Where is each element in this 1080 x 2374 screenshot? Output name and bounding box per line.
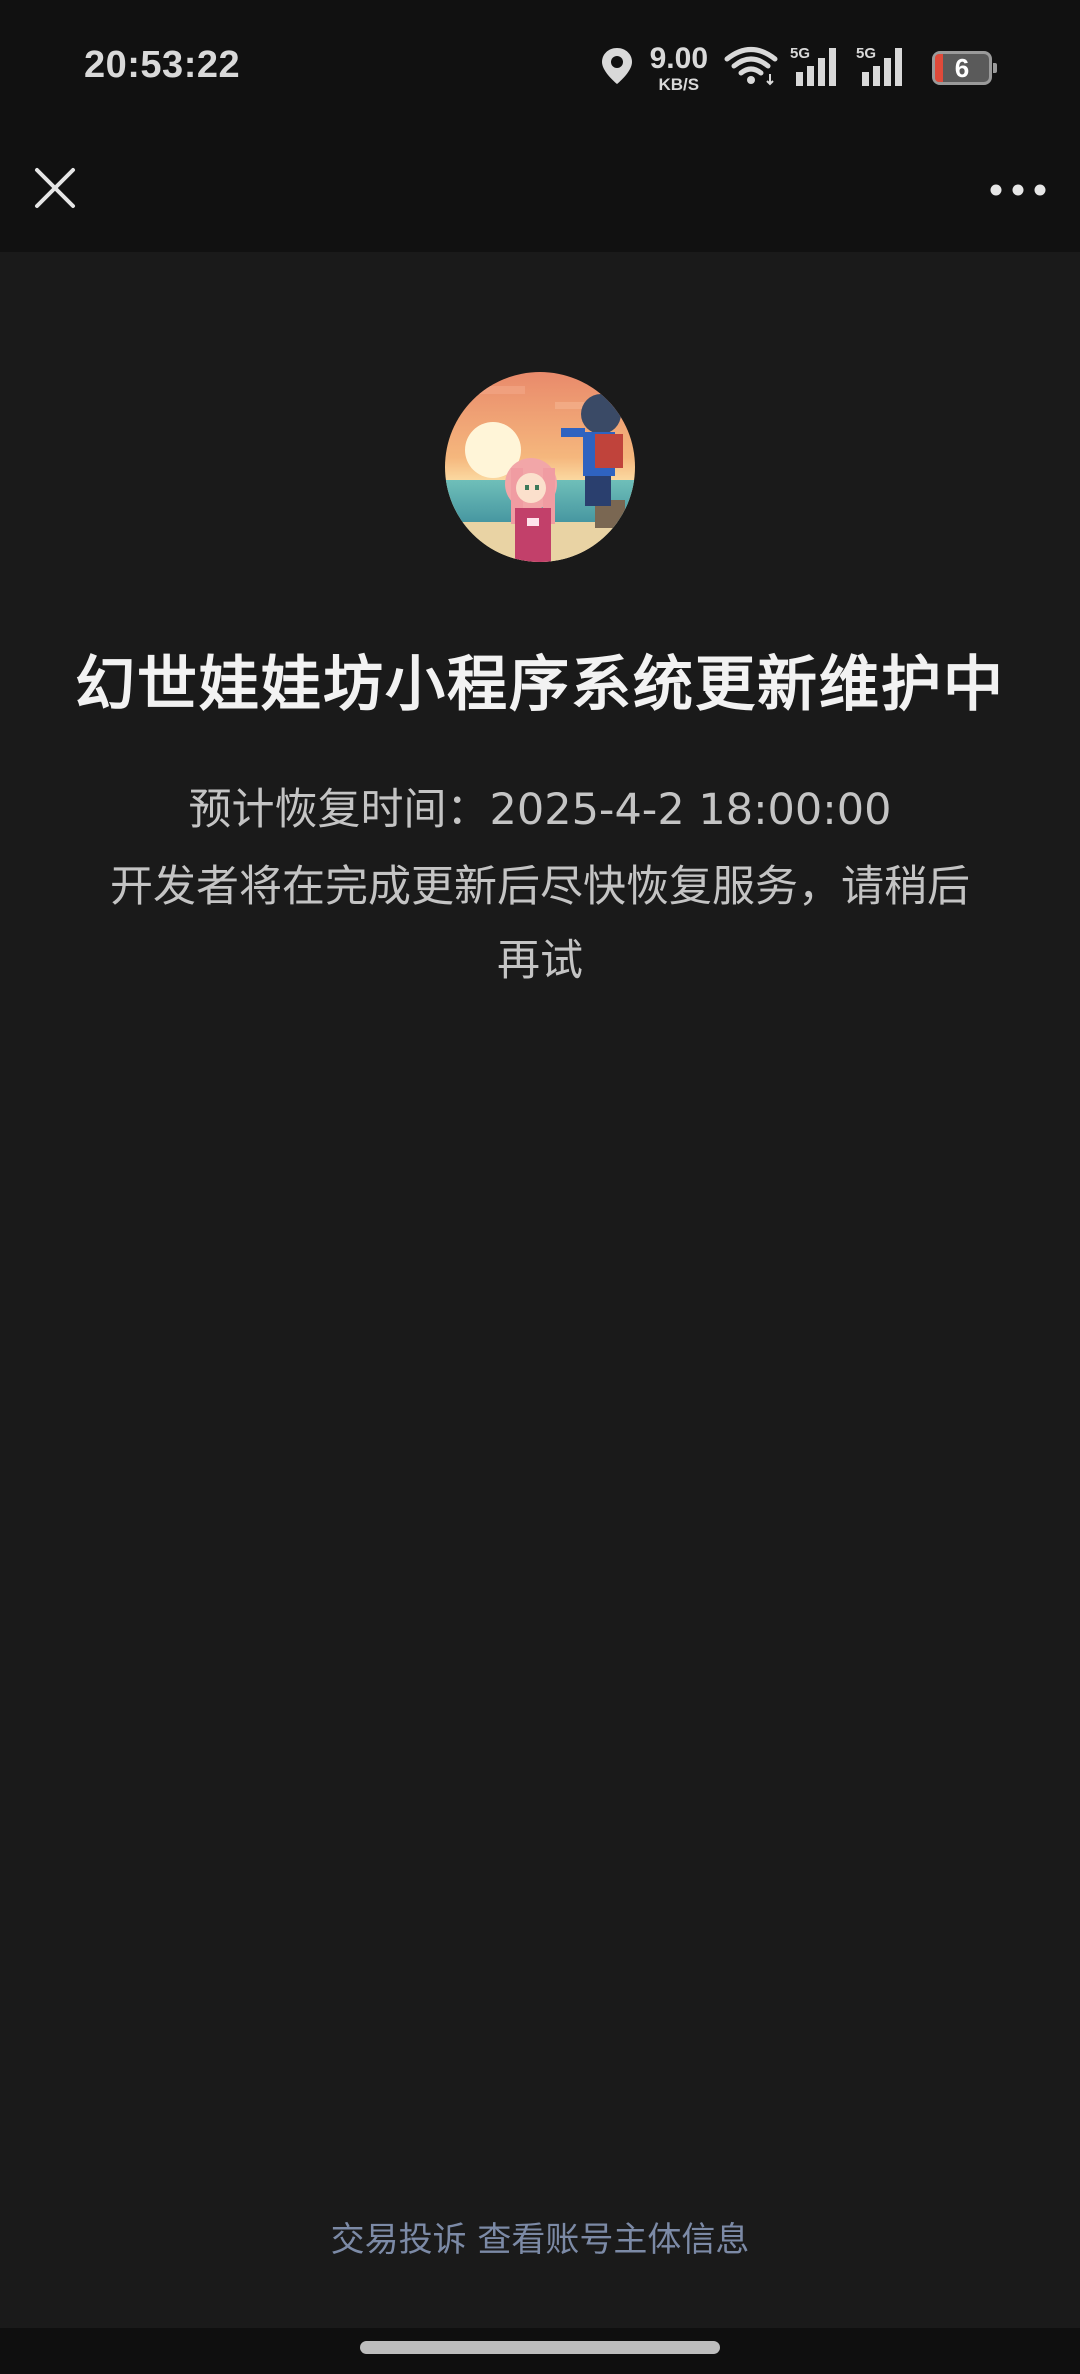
close-button[interactable] — [28, 161, 82, 215]
net-speed-value: 9.00 — [649, 41, 708, 75]
footer-links: 交易投诉 查看账号主体信息 — [0, 2212, 1080, 2261]
status-time: 20:53:22 — [84, 44, 241, 86]
page-title: 幻世娃娃坊小程序系统更新维护中 — [75, 650, 1005, 720]
nav-bar — [0, 130, 1080, 252]
more-button[interactable] — [984, 168, 1052, 212]
home-indicator[interactable] — [360, 2341, 720, 2354]
signal-label-sim2: 5G — [856, 45, 876, 62]
wifi-icon — [724, 46, 778, 90]
battery-level: 6 — [954, 52, 970, 83]
status-icons: 9.00 KB/S 5G 5G 6 — [600, 41, 997, 94]
net-speed: 9.00 KB/S — [649, 41, 708, 94]
more-icon — [990, 184, 1046, 196]
location-icon — [600, 46, 634, 90]
signal-icon-sim2: 5G — [856, 44, 910, 92]
signal-icon-sim1: 5G — [790, 44, 844, 92]
status-bar: 20:53:22 9.00 KB/S 5G 5G 6 — [0, 0, 1080, 130]
close-icon — [35, 168, 75, 208]
app-screen: 20:53:22 9.00 KB/S 5G 5G 6 幻世娃娃坊小程序系统更新维… — [0, 0, 1080, 2374]
recovery-time-text: 预计恢复时间：2025-4-2 18:00:00 — [188, 785, 892, 835]
net-speed-unit: KB/S — [658, 74, 700, 94]
maintenance-message: 开发者将在完成更新后尽快恢复服务，请稍后再试 — [110, 862, 970, 986]
mini-program-logo — [445, 372, 635, 562]
signal-label-sim1: 5G — [790, 45, 810, 62]
account-info-link[interactable]: 查看账号主体信息 — [477, 2220, 749, 2260]
complaint-link[interactable]: 交易投诉 — [331, 2220, 467, 2260]
battery-icon: 6 — [932, 51, 997, 85]
